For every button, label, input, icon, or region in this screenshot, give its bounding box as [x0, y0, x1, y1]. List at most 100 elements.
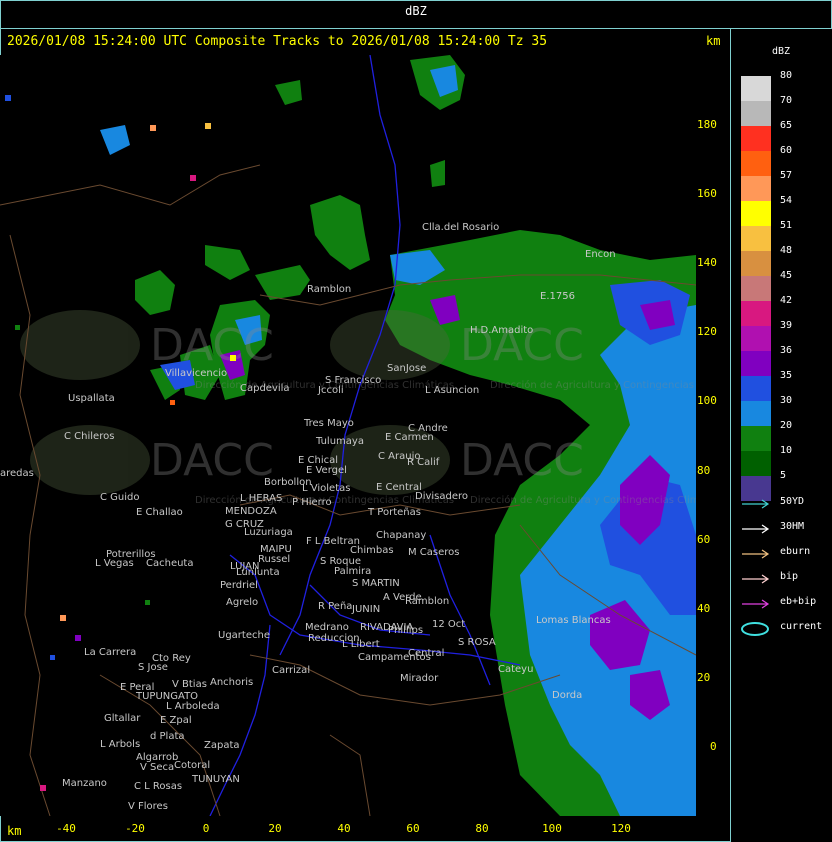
x-tick-label: 20: [268, 822, 282, 835]
place-label: Tres Mayo: [303, 418, 354, 429]
track-label: bip: [780, 571, 799, 582]
legend-label: 42: [780, 295, 793, 306]
place-label: Zapata: [204, 740, 240, 751]
watermark-text-4: DACC: [460, 435, 584, 486]
place-label: 12 Oct: [432, 619, 465, 630]
place-label: Medrano: [305, 622, 349, 633]
y-tick-label: 20: [697, 671, 711, 684]
legend-label: 65: [780, 120, 793, 131]
y-tick-label: 160: [697, 187, 717, 200]
place-label: E Zpal: [160, 715, 192, 726]
legend-panel: dBZ 80 70 65 60 57 54 51 48 45 42 39 36 35 30 20 10 5 50Y…: [730, 28, 832, 842]
watermark-subtext-4: Dirección de Agricultura y Contingencias…: [470, 494, 696, 506]
place-label: L Libert: [342, 639, 380, 650]
place-label: SanJose: [387, 363, 426, 374]
km-unit-bottom: km: [7, 824, 22, 838]
y-tick-label: 60: [697, 533, 711, 546]
place-label: T Porteñas: [367, 507, 421, 518]
track-arrow-icon: [742, 574, 770, 584]
track-label: current: [780, 621, 823, 632]
place-label: Cateyu: [498, 664, 533, 675]
legend-label: 54: [780, 195, 793, 206]
legend-label: 20: [780, 420, 793, 431]
track-key-bip: bip: [740, 571, 830, 587]
track-key-30hm: 30HM: [740, 521, 830, 537]
place-label: Clla.del Rosario: [422, 222, 499, 233]
place-label: Cotoral: [174, 760, 210, 771]
x-tick-label: 60: [406, 822, 420, 835]
place-label: Capdevila: [240, 383, 290, 394]
place-label: E Challao: [136, 507, 183, 518]
place-label: Carrizal: [272, 665, 310, 676]
track-label: eburn: [780, 546, 811, 557]
x-tick-label: -40: [56, 822, 76, 835]
track-key-eb-bip: eb+bip: [740, 596, 830, 612]
track-label: 50YD: [780, 496, 805, 507]
watermark-text-1: DACC: [150, 320, 274, 371]
x-tick-label: 120: [611, 822, 631, 835]
place-label: Lomas Blancas: [536, 615, 611, 626]
place-label: d Plata: [150, 731, 185, 742]
legend-swatch: [741, 176, 771, 201]
place-label: L Violetas: [302, 483, 350, 494]
legend-label: 70: [780, 95, 793, 106]
place-label: R Peña: [318, 601, 352, 612]
legend-label: 35: [780, 370, 793, 381]
radar-map[interactable]: DACC DACC DACC DACC Dirección de Agricul…: [0, 55, 696, 816]
place-label: C L Rosas: [134, 781, 182, 792]
legend-swatch: [741, 351, 771, 376]
place-label: L Vegas: [95, 558, 134, 569]
place-label: La Carrera: [84, 647, 136, 658]
legend-label: 48: [780, 245, 793, 256]
watermark-subtext-2: Dirección de Agricultura y Contingencias…: [490, 379, 696, 391]
legend-label: 45: [780, 270, 793, 281]
place-label: E.1756: [540, 291, 575, 302]
y-tick-label: 0: [710, 740, 717, 753]
y-tick-label: 40: [697, 602, 711, 615]
place-label: MENDOZA: [225, 506, 277, 517]
place-label: Dorda: [552, 690, 582, 701]
track-key-50yd: 50YD: [740, 496, 830, 512]
legend-label: 5: [780, 470, 787, 481]
place-label: V Seca: [140, 762, 174, 773]
place-label: Anchoris: [210, 677, 253, 688]
legend-label: 30: [780, 395, 793, 406]
y-tick-label: 80: [697, 464, 711, 477]
y-tick-label: 180: [697, 118, 717, 131]
place-label: Ramblon: [405, 596, 449, 607]
place-label: P Hierro: [292, 497, 332, 508]
watermark-text-3: DACC: [150, 435, 274, 486]
legend-label: 10: [780, 445, 793, 456]
place-label: Divisadero: [415, 491, 468, 502]
place-label: Ramblon: [307, 284, 351, 295]
place-label: V Btias: [172, 679, 207, 690]
place-label: Central: [408, 648, 444, 659]
track-label: eb+bip: [780, 596, 817, 607]
place-label: S MARTIN: [352, 578, 400, 589]
x-tick-label: 40: [337, 822, 351, 835]
legend-label: 80: [780, 70, 793, 81]
place-label: Chimbas: [350, 545, 394, 556]
x-tick-label: 0: [202, 822, 210, 835]
place-label: L Arbols: [100, 739, 140, 750]
place-label: Villavicencio: [165, 368, 227, 379]
place-label: Manzano: [62, 778, 107, 789]
y-tick-label: 120: [697, 325, 717, 338]
place-label: aredas: [0, 468, 34, 479]
legend-label: 39: [780, 320, 793, 331]
km-unit-top: km: [706, 34, 721, 48]
legend-swatch: [741, 401, 771, 426]
place-label: Mirador: [400, 673, 439, 684]
place-label: L HERAS: [240, 493, 282, 504]
legend-label: 51: [780, 220, 793, 231]
place-label: TUNUYAN: [191, 774, 240, 785]
legend-swatch: [741, 451, 771, 476]
place-label: Ugarteche: [218, 630, 270, 641]
place-label: Chapanay: [376, 530, 426, 541]
place-label: Russel: [258, 554, 290, 565]
track-label: 30HM: [780, 521, 805, 532]
place-label: M Caseros: [408, 547, 460, 558]
place-label: C Guido: [100, 492, 140, 503]
place-label: Palmira: [334, 566, 371, 577]
place-label: V Flores: [128, 801, 168, 812]
